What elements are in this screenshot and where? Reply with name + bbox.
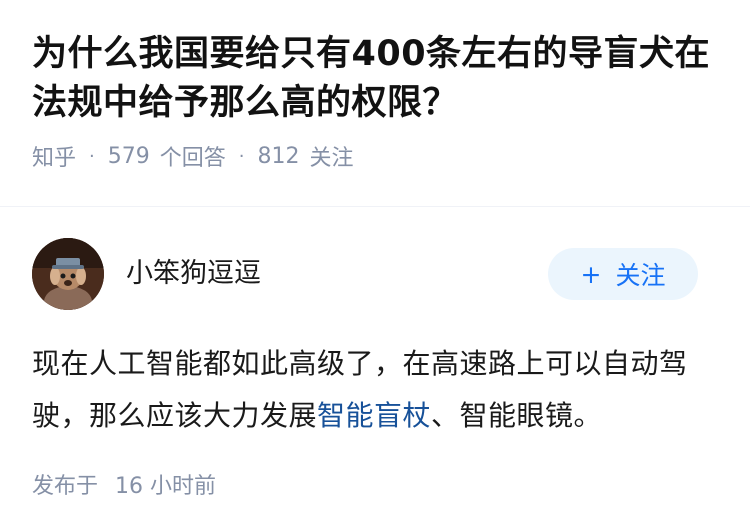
author-name[interactable]: 小笨狗逗逗: [126, 238, 548, 310]
answers-label: 个回答: [159, 146, 226, 171]
followers-count: 812: [257, 143, 300, 169]
author-row: 小笨狗逗逗 + 关注: [32, 238, 718, 310]
section-divider: [0, 206, 750, 207]
published-time: 16 小时前: [115, 474, 217, 499]
avatar[interactable]: [32, 238, 104, 310]
content-text-tail: 、智能眼镜。: [431, 399, 603, 432]
follow-button-label: 关注: [615, 261, 666, 290]
content-link[interactable]: 智能盲杖: [317, 399, 431, 432]
plus-icon: +: [580, 259, 602, 289]
follow-button[interactable]: + 关注: [548, 248, 698, 300]
question-meta: 知乎 · 579 个回答 · 812 关注: [32, 136, 718, 176]
question-header: 为什么我国要给只有400条左右的导盲犬在法规中给予那么高的权限？ 知乎 · 57…: [0, 0, 750, 176]
answers-count: 579: [107, 143, 150, 169]
separator-dot: ·: [89, 145, 95, 167]
answer-content[interactable]: 现在人工智能都如此高级了，在高速路上可以自动驾驶，那么应该大力发展智能盲杖、智能…: [32, 338, 718, 442]
question-title[interactable]: 为什么我国要给只有400条左右的导盲犬在法规中给予那么高的权限？: [32, 30, 718, 128]
separator-dot: ·: [238, 145, 245, 167]
source-label[interactable]: 知乎: [32, 140, 76, 172]
publish-info: 发布于 16 小时前: [32, 468, 718, 500]
followers-label: 关注: [309, 146, 354, 171]
published-label: 发布于: [32, 474, 99, 499]
answer-card: 小笨狗逗逗 + 关注 现在人工智能都如此高级了，在高速路上可以自动驾驶，那么应该…: [0, 238, 750, 500]
